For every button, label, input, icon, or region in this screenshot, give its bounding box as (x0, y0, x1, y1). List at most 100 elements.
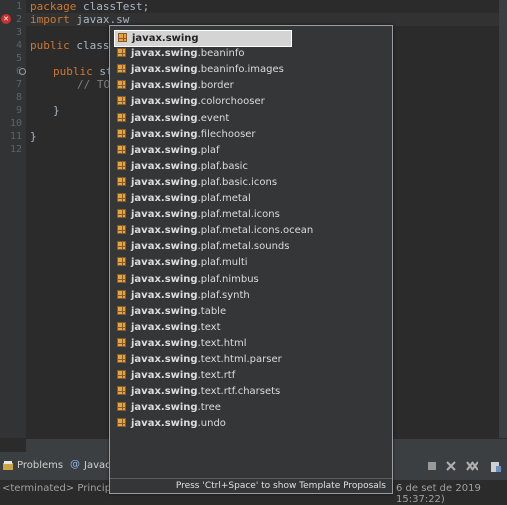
completion-item-match: javax.swing (131, 337, 198, 349)
completion-item[interactable]: javax.swing.filechooser (114, 127, 294, 142)
completion-item-match: javax.swing (131, 402, 198, 414)
completion-item-suffix: .text.rtf (197, 370, 236, 382)
completion-item[interactable]: javax.swing.plaf.basic (114, 159, 294, 174)
completion-item-match: javax.swing (131, 160, 198, 172)
package-icon (117, 354, 126, 363)
package-icon (117, 418, 126, 428)
completion-item-suffix: .plaf.nimbus (197, 273, 259, 285)
completion-item-suffix: .undo (197, 418, 226, 430)
completion-item-suffix: .beaninfo.images (197, 64, 284, 76)
console-timestamp: 6 de set de 2019 15:37:22) (396, 483, 481, 505)
package-icon (117, 402, 126, 412)
completion-item[interactable]: javax.swing.plaf.nimbus (114, 272, 294, 287)
completion-item[interactable]: javax.swing.plaf (114, 143, 294, 158)
code-line-7: // TO (77, 78, 111, 91)
completion-item[interactable]: javax.swing.beaninfo.images (114, 62, 294, 77)
completion-item[interactable]: javax.swing.text (114, 320, 294, 335)
fold-icon[interactable] (19, 68, 26, 75)
completion-item[interactable]: javax.swing (114, 30, 292, 47)
code-line-9: } (53, 104, 60, 117)
completion-item[interactable]: javax.swing.beaninfo (114, 46, 294, 61)
package-icon (117, 337, 126, 347)
line-number: 10 (9, 118, 22, 129)
package-icon (117, 257, 126, 267)
completion-item-suffix: .plaf.multi (197, 257, 248, 269)
completion-item-suffix: .plaf (197, 144, 220, 156)
completion-item-match: javax.swing (131, 289, 198, 301)
code-line-4: public class (30, 39, 110, 52)
tab-javadoc[interactable]: Javac (84, 460, 111, 471)
completion-item[interactable]: javax.swing.text.html.parser (114, 352, 294, 367)
completion-item[interactable]: javax.swing.border (114, 78, 294, 93)
line-number: 9 (15, 105, 22, 116)
completion-item-match: javax.swing (131, 209, 198, 221)
completion-item-suffix: .plaf.metal (197, 193, 251, 204)
completion-item-match: javax.swing (131, 96, 198, 108)
completion-item-suffix: .text.html.parser (197, 354, 282, 365)
stop-icon[interactable] (427, 461, 437, 471)
line-number: 8 (15, 92, 22, 103)
line-number: 1 (15, 1, 22, 12)
completion-item-suffix: .plaf.basic (197, 160, 248, 172)
completion-item-suffix: .text.rtf.charsets (197, 386, 281, 398)
package-icon (117, 241, 126, 251)
line-number: 3 (15, 27, 22, 38)
completion-item[interactable]: javax.swing.plaf.basic.icons (114, 175, 294, 190)
completion-item[interactable]: javax.swing.plaf.metal.icons.ocean (114, 223, 313, 238)
problems-icon (3, 461, 13, 471)
completion-item-suffix: .beaninfo (197, 48, 245, 60)
tab-problems[interactable]: Problems (17, 460, 63, 471)
completion-item-match: javax.swing (131, 128, 198, 140)
completion-item[interactable]: javax.swing.text.html (114, 336, 294, 351)
content-assist-popup: Press 'Ctrl+Space' to show Template Prop… (109, 25, 393, 494)
completion-item[interactable]: javax.swing.colorchooser (114, 94, 294, 109)
completion-item[interactable]: javax.swing.event (114, 111, 294, 126)
completion-item[interactable]: javax.swing.undo (114, 416, 294, 431)
package-icon (117, 209, 126, 219)
package-icon (117, 225, 126, 235)
completion-item-suffix: .tree (197, 402, 221, 414)
javadoc-icon: @ (70, 459, 80, 470)
package-icon (117, 386, 126, 396)
completion-item-suffix: .plaf.synth (197, 289, 250, 301)
completion-item[interactable]: javax.swing.plaf.metal (114, 191, 294, 206)
remove-launch-icon[interactable] (446, 461, 456, 471)
completion-item-suffix: .table (197, 305, 227, 317)
completion-item-match: javax.swing (131, 305, 198, 317)
completion-item-match: javax.swing (131, 193, 198, 204)
completion-item-match: javax.swing (131, 273, 198, 285)
completion-item[interactable]: javax.swing.text.rtf.charsets (114, 384, 294, 399)
completion-item[interactable]: javax.swing.plaf.multi (114, 255, 294, 270)
package-icon (117, 96, 126, 106)
completion-item[interactable]: javax.swing.plaf.metal.icons (114, 207, 294, 222)
remove-all-icon[interactable] (466, 461, 479, 471)
line-number: 11 (9, 131, 22, 142)
line-number: 12 (9, 144, 22, 155)
completion-item-suffix: .text.html (197, 337, 247, 349)
package-icon (117, 193, 126, 202)
package-icon (117, 289, 126, 299)
package-icon (117, 176, 126, 186)
error-icon[interactable]: ✕ (1, 14, 11, 24)
line-number: 5 (15, 53, 22, 64)
completion-item-suffix: .border (197, 80, 234, 92)
completion-item-match: javax.swing (131, 48, 198, 60)
completion-item-match: javax.swing (131, 386, 198, 398)
completion-item[interactable]: javax.swing.table (114, 304, 294, 319)
package-icon (117, 321, 126, 331)
completion-item[interactable]: javax.swing.text.rtf (114, 368, 294, 383)
console-options-icon[interactable] (490, 461, 501, 472)
completion-item-suffix: .text (197, 321, 221, 333)
package-icon (117, 160, 126, 170)
vertical-scrollbar[interactable] (499, 0, 507, 438)
popup-footer-hint: Press 'Ctrl+Space' to show Template Prop… (110, 478, 392, 493)
completion-item[interactable]: javax.swing.tree (114, 400, 294, 415)
package-icon (117, 64, 126, 74)
completion-item-match: javax.swing (131, 370, 198, 382)
completion-item-suffix: .plaf.metal.icons (197, 209, 280, 221)
completion-item-suffix: .plaf.basic.icons (197, 176, 278, 188)
completion-item[interactable]: javax.swing.plaf.metal.sounds (114, 239, 294, 254)
completion-item[interactable]: javax.swing.plaf.synth (114, 288, 294, 303)
completion-item-match: javax.swing (132, 33, 199, 44)
package-icon (117, 144, 126, 154)
